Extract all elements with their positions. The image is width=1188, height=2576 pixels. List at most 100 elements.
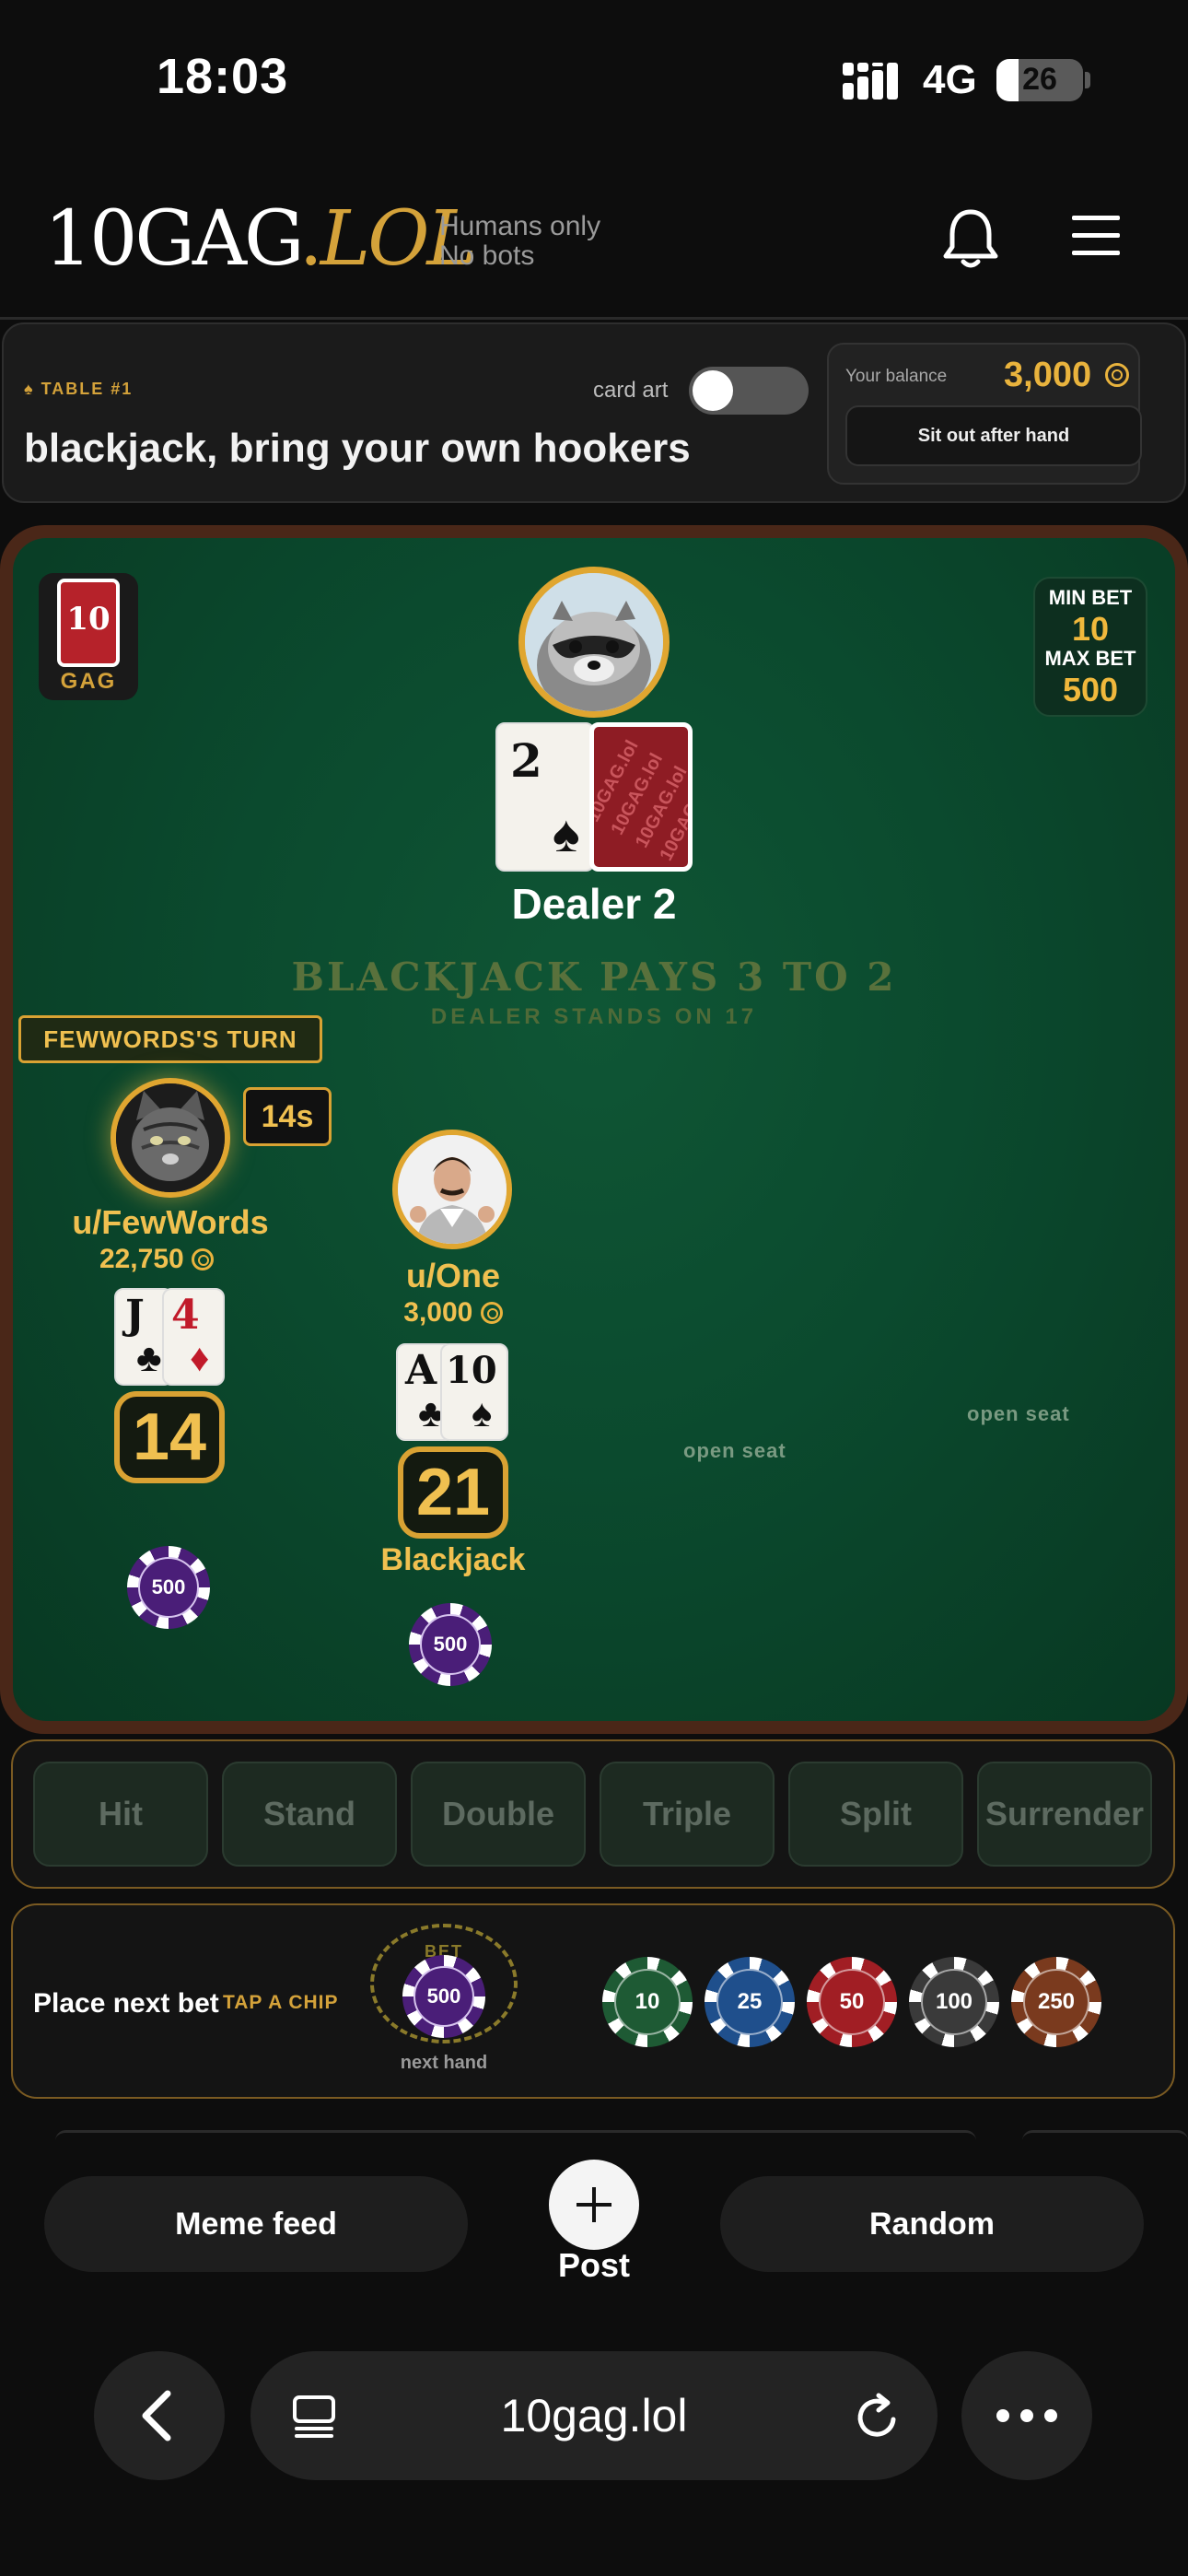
site-logo[interactable]: 10GAG.LOL [44, 195, 477, 284]
dealer-card-1: 2 ♠ [495, 722, 595, 872]
battery-tip [1085, 72, 1090, 88]
battery-icon: 26 [996, 59, 1083, 101]
chip-value: 250 [1023, 1969, 1089, 2035]
tap-chip-hint: TAP A CHIP [223, 1992, 339, 2013]
chip-10[interactable]: 10 [602, 1957, 693, 2047]
card-rank: 4 [171, 1292, 200, 1339]
coin-icon [192, 1248, 215, 1270]
chip-100[interactable]: 100 [909, 1957, 999, 2047]
chip-value: 50 [819, 1969, 885, 2035]
card-rank: 2 [510, 733, 542, 788]
bet-chip: 500 [127, 1546, 210, 1629]
open-seat[interactable]: open seat [967, 1402, 1070, 1426]
payout-rule: BLACKJACK PAYS 3 TO 2 [291, 954, 897, 1000]
network-type: 4G [923, 57, 977, 102]
card-rank: A [405, 1347, 437, 1394]
hamburger-menu-icon[interactable] [1072, 216, 1120, 256]
tagline-line-2: No bots [439, 240, 535, 271]
club-suit-icon: ♣ [136, 1336, 162, 1379]
place-bet-label: Place next bet [33, 1988, 219, 2019]
reload-icon[interactable] [853, 2392, 903, 2441]
triple-button[interactable]: Triple [600, 1762, 775, 1867]
player-balance: 22,750 [55, 1244, 258, 1275]
chip-value: 25 [716, 1969, 783, 2035]
logo-main: 10GAG [44, 195, 302, 283]
plus-icon [577, 2187, 611, 2222]
bet-chip-value: 500 [138, 1557, 199, 1618]
chip-50[interactable]: 50 [807, 1957, 897, 2047]
min-bet-label: MIN BET [1048, 586, 1133, 609]
bet-chip: 500 [409, 1603, 492, 1686]
deck-label: GAG [60, 669, 117, 694]
battery-percent: 26 [1022, 62, 1057, 97]
bell-icon[interactable] [941, 206, 1000, 271]
toggle-knob [693, 370, 733, 411]
double-button[interactable]: Double [411, 1762, 586, 1867]
card-art-toggle[interactable] [689, 367, 809, 415]
card-rank: 10 [446, 1349, 497, 1392]
card-rank: J [125, 1292, 145, 1339]
hand-total: 21 [398, 1446, 508, 1539]
dealer-card-hidden: 10GAG.lol 10GAG.lol 10GAG.lol 10GAG.lol [589, 722, 693, 872]
player-card: 10 ♠ [440, 1343, 508, 1441]
card-art-label: card art [593, 378, 669, 403]
status-time: 18:03 [157, 49, 289, 104]
coin-icon [480, 1302, 503, 1324]
meme-feed-button[interactable]: Meme feed [44, 2176, 468, 2272]
hand-total: 14 [114, 1391, 225, 1483]
coin-icon [1105, 363, 1129, 387]
tagline-line-1: Humans only [439, 211, 601, 241]
bet-chip-value: 500 [420, 1614, 481, 1675]
hit-button[interactable]: Hit [33, 1762, 208, 1867]
chip-value: 100 [921, 1969, 987, 2035]
random-button[interactable]: Random [720, 2176, 1144, 2272]
split-button[interactable]: Split [788, 1762, 963, 1867]
hand-result: Blackjack [380, 1542, 526, 1577]
post-button[interactable] [549, 2160, 639, 2250]
player-card: 4 ♦ [162, 1288, 225, 1386]
player-avatar-fewwords [111, 1078, 230, 1198]
cellular-signal-icon [843, 63, 898, 100]
turn-timer: 14s [243, 1087, 332, 1146]
balance-value: 3,000 [1004, 356, 1092, 394]
max-bet-label: MAX BET [1044, 647, 1136, 670]
player-balance-value: 3,000 [403, 1297, 473, 1328]
tagline: Humans only No bots [439, 212, 600, 271]
player-balance-value: 22,750 [99, 1244, 184, 1274]
more-dots-icon [996, 2409, 1057, 2422]
sit-out-button[interactable]: Sit out after hand [845, 405, 1142, 466]
stand-button[interactable]: Stand [222, 1762, 397, 1867]
logo-dot: . [298, 195, 323, 283]
next-bet-chip[interactable]: 500 [402, 1955, 485, 2038]
dealer-avatar [518, 567, 670, 718]
back-button[interactable] [94, 2351, 225, 2480]
card-back-pattern: 10GAG.lol 10GAG.lol 10GAG.lol 10GAG.lol [594, 727, 688, 867]
spade-suit-icon: ♠ [553, 804, 580, 862]
header-divider [0, 317, 1188, 320]
more-options-button[interactable] [961, 2351, 1092, 2480]
player-name: u/One [405, 1257, 500, 1294]
diamond-suit-icon: ♦ [190, 1336, 210, 1379]
open-seat[interactable]: open seat [683, 1439, 786, 1463]
surrender-button[interactable]: Surrender [977, 1762, 1152, 1867]
turn-indicator: FEWWORDS'S TURN [18, 1015, 322, 1063]
person-avatar-icon [398, 1135, 507, 1244]
next-bet-value: 500 [413, 1966, 474, 2027]
raccoon-avatar-icon [525, 573, 663, 711]
chip-250[interactable]: 250 [1011, 1957, 1101, 2047]
post-label: Post [557, 2246, 630, 2284]
chevron-left-icon [142, 2390, 171, 2441]
dealer-label: Dealer 2 [511, 880, 677, 928]
spade-suit-icon: ♠ [472, 1391, 493, 1434]
min-bet-value: 10 [1071, 610, 1110, 648]
chip-value: 10 [614, 1969, 681, 2035]
cat-avatar-icon [116, 1083, 225, 1192]
chip-25[interactable]: 25 [705, 1957, 795, 2047]
deck-number: 10 [66, 601, 111, 638]
next-hand-label: next hand [400, 2053, 488, 2073]
balance-label: Your balance [845, 367, 948, 386]
player-avatar-one [392, 1130, 512, 1249]
url-text[interactable]: 10gag.lol [250, 2351, 938, 2480]
max-bet-value: 500 [1062, 671, 1119, 708]
table-tag: ♠ TABLE #1 [24, 380, 134, 398]
